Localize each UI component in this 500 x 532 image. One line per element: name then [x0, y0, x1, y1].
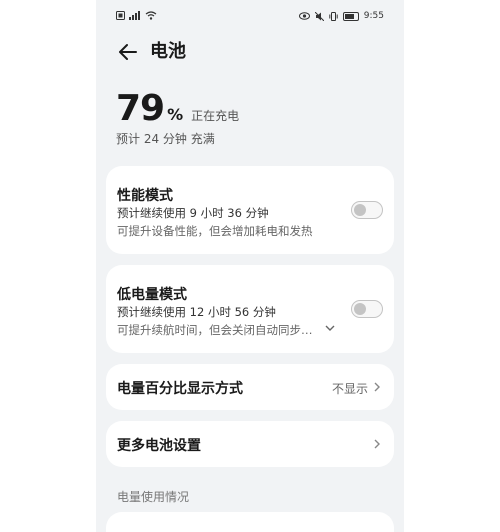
- status-left: [116, 11, 157, 20]
- performance-mode-card: 性能模式 预计继续使用 9 小时 36 分钟 可提升设备性能，但会增加耗电和发热: [106, 166, 394, 254]
- battery-level: 79 % 正在充电: [116, 88, 239, 129]
- status-right: 9:55: [298, 11, 384, 21]
- phone-screen: 9:55 电池 79 % 正在充电 预计 24 分钟 充满 性能模式 预计继续使…: [96, 0, 404, 532]
- status-bar: 9:55: [96, 0, 404, 34]
- battery-icon: [342, 11, 359, 21]
- sim-card-icon: [116, 11, 125, 20]
- chevron-right-icon: [374, 382, 380, 392]
- chevron-right-icon: [374, 439, 380, 449]
- expand-chevron-icon[interactable]: [324, 322, 336, 334]
- page-title: 电池: [150, 41, 186, 62]
- toggle-knob: [354, 303, 366, 315]
- low-power-mode-description: 可提升续航时间，但会关闭自动同步…: [117, 323, 313, 337]
- percentage-display-value: 不显示: [331, 382, 368, 396]
- performance-mode-estimate: 预计继续使用 9 小时 36 分钟: [117, 206, 269, 220]
- battery-percent: 79: [116, 88, 165, 129]
- eye-icon: [298, 12, 310, 20]
- performance-mode-description: 可提升设备性能，但会增加耗电和发热: [117, 224, 313, 238]
- low-power-mode-toggle[interactable]: [351, 300, 383, 318]
- more-battery-settings-row[interactable]: 更多电池设置: [106, 421, 394, 467]
- wifi-icon: [145, 11, 157, 20]
- back-arrow-icon[interactable]: [116, 40, 140, 64]
- toggle-knob: [354, 204, 366, 216]
- battery-percent-unit: %: [167, 105, 184, 124]
- signal-icon: [129, 11, 140, 20]
- percentage-display-row[interactable]: 电量百分比显示方式 不显示: [106, 364, 394, 410]
- usage-card[interactable]: [106, 512, 394, 532]
- vibrate-icon: [329, 11, 338, 21]
- low-power-mode-estimate: 预计继续使用 12 小时 56 分钟: [117, 305, 276, 319]
- charging-status: 正在充电: [191, 109, 240, 123]
- performance-mode-title: 性能模式: [117, 188, 173, 204]
- status-time: 9:55: [363, 11, 384, 21]
- percentage-display-label: 电量百分比显示方式: [117, 381, 243, 397]
- charge-eta: 预计 24 分钟 充满: [116, 132, 215, 146]
- mute-icon: [314, 11, 324, 21]
- more-battery-settings-label: 更多电池设置: [117, 438, 201, 454]
- low-power-mode-card: 低电量模式 预计继续使用 12 小时 56 分钟 可提升续航时间，但会关闭自动同…: [106, 265, 394, 353]
- performance-mode-toggle[interactable]: [351, 201, 383, 219]
- usage-section-header: 电量使用情况: [117, 490, 190, 504]
- low-power-mode-title: 低电量模式: [117, 287, 187, 303]
